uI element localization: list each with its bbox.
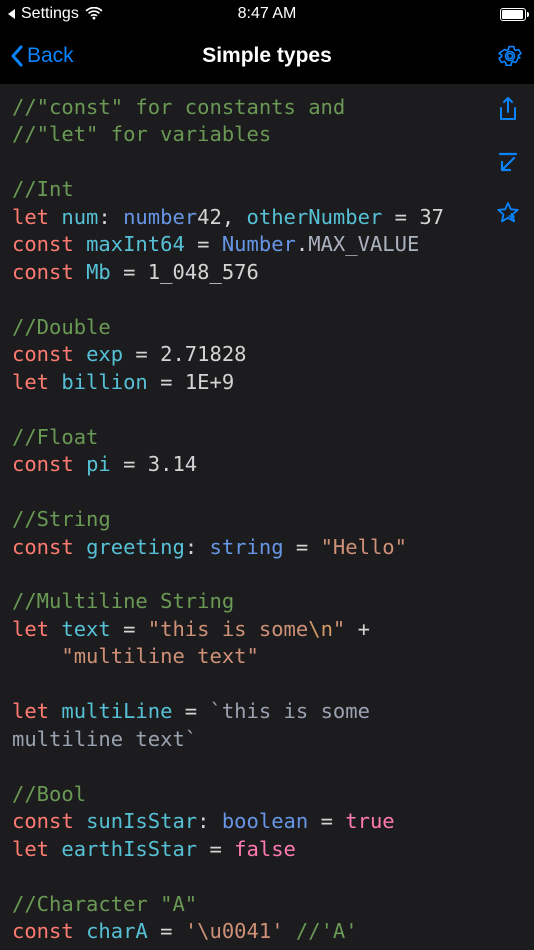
identifier: text bbox=[61, 617, 110, 641]
number-literal: 37 bbox=[419, 205, 444, 229]
identifier: multiLine bbox=[61, 699, 172, 723]
boolean-literal: false bbox=[234, 837, 296, 861]
identifier: greeting bbox=[86, 535, 185, 559]
identifier: Mb bbox=[86, 260, 111, 284]
identifier: maxInt64 bbox=[86, 232, 185, 256]
identifier: otherNumber bbox=[247, 205, 383, 229]
boolean-literal: true bbox=[345, 809, 394, 833]
share-icon bbox=[496, 96, 520, 124]
keyword-let: let bbox=[12, 699, 49, 723]
code-comment: //Multiline String bbox=[12, 589, 234, 613]
member: MAX_VALUE bbox=[308, 232, 419, 256]
type: boolean bbox=[222, 809, 308, 833]
number-literal: 3.14 bbox=[148, 452, 197, 476]
code-comment: //Int bbox=[12, 177, 74, 201]
page-title: Simple types bbox=[100, 44, 434, 68]
settings-button[interactable] bbox=[496, 42, 524, 70]
number-literal: 2.71828 bbox=[160, 342, 246, 366]
code-comment: //String bbox=[12, 507, 111, 531]
keyword-const: const bbox=[12, 342, 74, 366]
arrow-down-to-line-icon bbox=[496, 150, 520, 174]
keyword-let: let bbox=[12, 370, 49, 394]
battery-icon bbox=[500, 8, 526, 21]
code-editor[interactable]: //"const" for constants and //"let" for … bbox=[0, 84, 534, 950]
star-add-icon bbox=[495, 201, 521, 227]
keyword-const: const bbox=[12, 809, 74, 833]
editor-action-bar bbox=[494, 96, 522, 228]
nav-bar: Back Simple types bbox=[0, 28, 534, 84]
string-literal: "Hello" bbox=[321, 535, 407, 559]
identifier: earthIsStar bbox=[61, 837, 197, 861]
code-comment: //"const" for constants and bbox=[12, 95, 345, 119]
template-literal: `this is some bbox=[210, 699, 370, 723]
identifier: billion bbox=[61, 370, 147, 394]
keyword-const: const bbox=[12, 232, 74, 256]
return-app-label: Settings bbox=[21, 5, 79, 23]
favorite-button[interactable] bbox=[494, 200, 522, 228]
type: string bbox=[210, 535, 284, 559]
code-comment: //Bool bbox=[12, 782, 86, 806]
string-literal: "multiline text" bbox=[61, 644, 258, 668]
identifier: pi bbox=[86, 452, 111, 476]
keyword-let: let bbox=[12, 617, 49, 641]
identifier: charA bbox=[86, 919, 148, 943]
number-literal: 1_048_576 bbox=[148, 260, 259, 284]
code-comment: //Double bbox=[12, 315, 111, 339]
wifi-icon bbox=[85, 7, 103, 21]
keyword-let: let bbox=[12, 837, 49, 861]
code-comment: //'A' bbox=[284, 919, 358, 943]
scroll-bottom-button[interactable] bbox=[494, 148, 522, 176]
number-literal: 1E+9 bbox=[185, 370, 234, 394]
keyword-const: const bbox=[12, 452, 74, 476]
number-literal: 42 bbox=[197, 205, 222, 229]
code-comment: //Character "A" bbox=[12, 892, 197, 916]
back-button[interactable]: Back bbox=[10, 44, 100, 68]
string-literal: "this is some bbox=[148, 617, 308, 641]
code-comment: //Float bbox=[12, 425, 98, 449]
class-name: Number bbox=[222, 232, 296, 256]
chevron-left-icon bbox=[10, 45, 23, 67]
template-literal: multiline text` bbox=[12, 727, 197, 751]
keyword-const: const bbox=[12, 919, 74, 943]
status-bar-return[interactable]: Settings bbox=[8, 5, 103, 23]
gear-icon bbox=[496, 42, 524, 70]
identifier: exp bbox=[86, 342, 123, 366]
keyword-const: const bbox=[12, 535, 74, 559]
identifier: sunIsStar bbox=[86, 809, 197, 833]
back-label: Back bbox=[27, 44, 74, 68]
code-comment: //"let" for variables bbox=[12, 122, 271, 146]
string-literal: '\u0041' bbox=[185, 919, 284, 943]
share-button[interactable] bbox=[494, 96, 522, 124]
back-triangle-icon bbox=[8, 9, 15, 19]
keyword-let: let bbox=[12, 205, 49, 229]
identifier: num bbox=[61, 205, 98, 229]
type: number bbox=[123, 205, 197, 229]
escape-char: \n bbox=[308, 617, 333, 641]
keyword-const: const bbox=[12, 260, 74, 284]
status-bar: Settings 8:47 AM bbox=[0, 0, 534, 28]
status-bar-right bbox=[500, 8, 526, 21]
